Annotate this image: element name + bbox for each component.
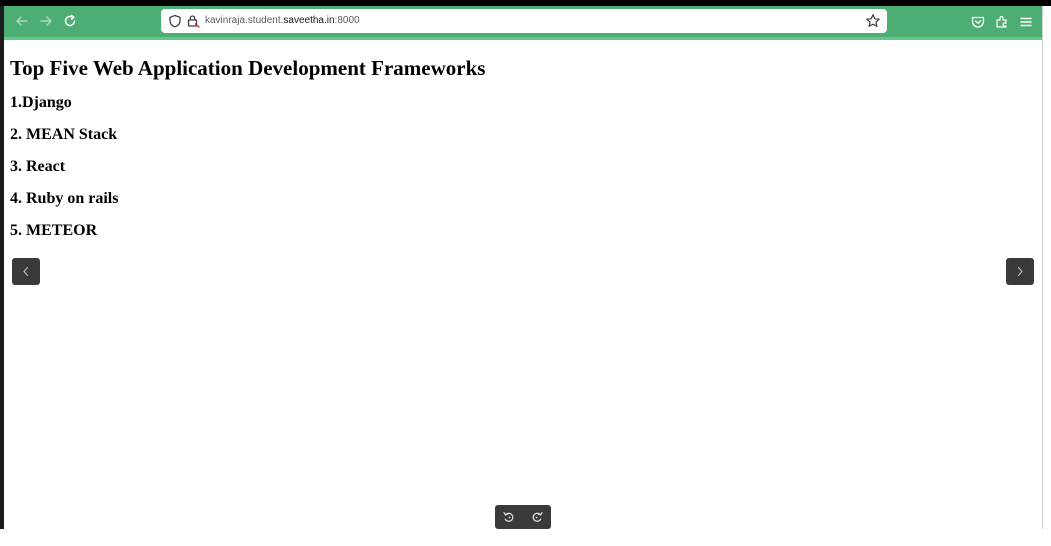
next-button[interactable] (1006, 258, 1034, 285)
url-host-prefix: kavinraja.student. (205, 15, 284, 26)
page-bottom (0, 529, 1051, 546)
framework-list: 1.Django 2. MEAN Stack 3. React 4. Ruby … (10, 94, 1030, 240)
framework-item: 1.Django (10, 94, 72, 111)
rotate-left-icon[interactable] (501, 509, 517, 525)
page-title: Top Five Web Application Development Fra… (10, 56, 486, 80)
previous-button[interactable] (12, 258, 40, 285)
window-left-edge (0, 6, 4, 546)
rotate-toolbar (495, 505, 551, 529)
pocket-icon[interactable] (970, 14, 986, 30)
chevron-left-icon (23, 266, 29, 277)
forward-button[interactable] (36, 12, 56, 32)
screen: kavinraja.student.saveetha.in:8000 Top F… (0, 0, 1051, 546)
chevron-right-icon (1017, 266, 1023, 277)
extensions-icon[interactable] (994, 14, 1010, 30)
arrow-left-icon (16, 16, 28, 26)
rotate-right-icon[interactable] (529, 509, 545, 525)
browser-toolbar: kavinraja.student.saveetha.in:8000 (4, 6, 1042, 40)
url-bar[interactable]: kavinraja.student.saveetha.in:8000 (161, 9, 887, 33)
star-icon[interactable] (865, 13, 881, 29)
back-button[interactable] (12, 12, 32, 32)
page-content: Top Five Web Application Development Fra… (10, 40, 1030, 240)
lock-icon[interactable] (186, 14, 200, 28)
url-host-domain: saveetha.in (283, 15, 335, 26)
reload-button[interactable] (60, 12, 80, 32)
hamburger-menu-icon[interactable] (1018, 14, 1034, 30)
url-text[interactable]: kavinraja.student.saveetha.in:8000 (205, 9, 360, 33)
framework-item: 5. METEOR (10, 222, 98, 239)
framework-item: 2. MEAN Stack (10, 126, 118, 143)
url-port: :8000 (334, 15, 360, 26)
arrow-right-icon (40, 16, 52, 26)
window-right-edge (1042, 6, 1051, 546)
shield-icon[interactable] (168, 14, 182, 28)
framework-item: 3. React (10, 158, 66, 175)
framework-item: 4. Ruby on rails (10, 190, 119, 207)
reload-icon (64, 14, 76, 27)
